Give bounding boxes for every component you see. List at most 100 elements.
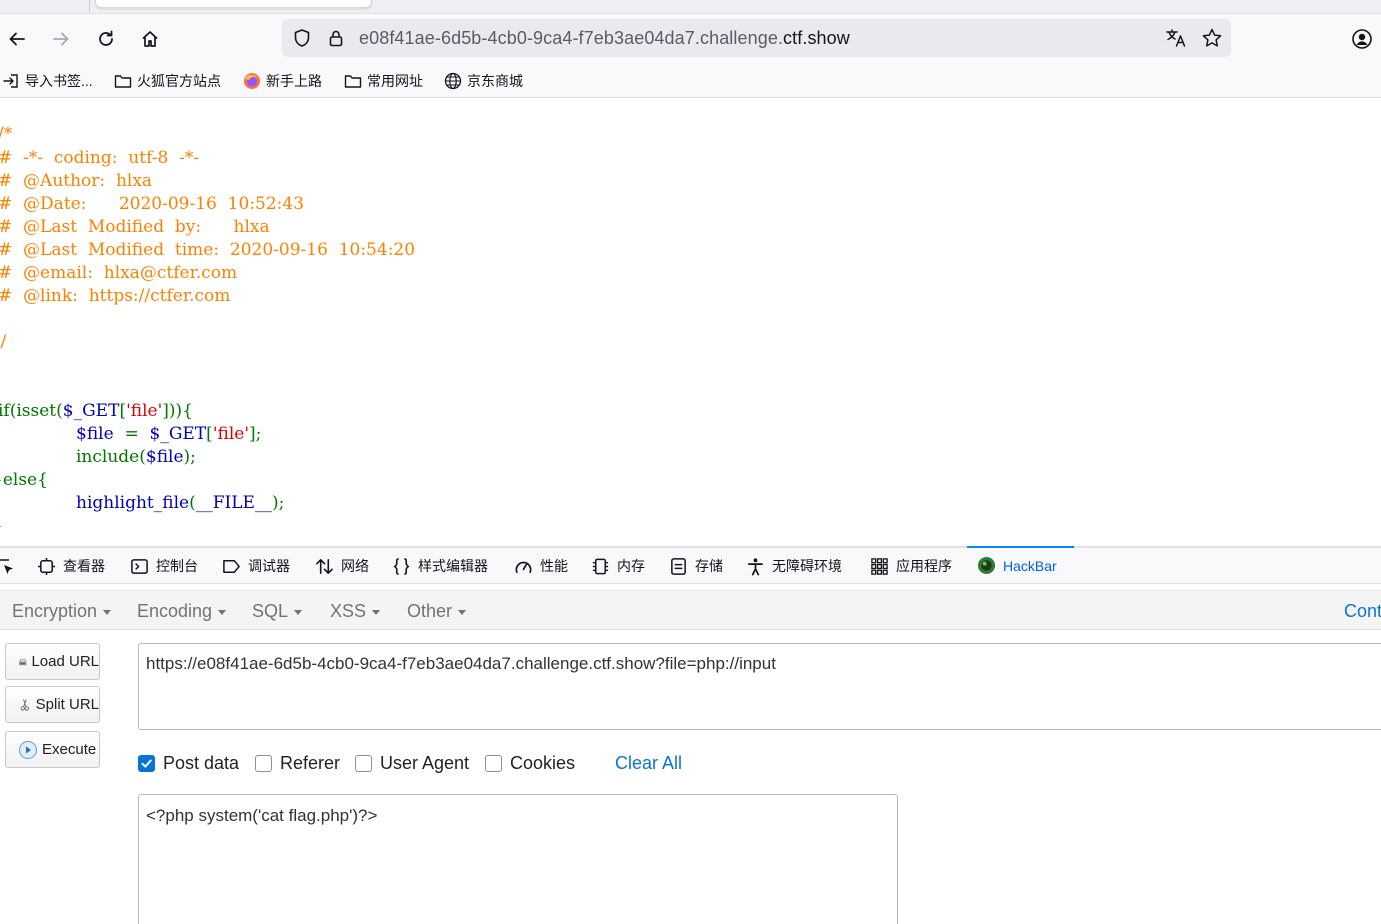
menu-encryption[interactable]: Encryption — [12, 601, 112, 622]
comment-line: # @Last Modified by: hlxa — [0, 217, 270, 237]
code-line-else: }else{ — [0, 469, 48, 492]
forward-arrow-icon — [53, 32, 69, 46]
bookmark-getting-started[interactable]: 新手上路 — [243, 71, 322, 91]
post-data-textarea[interactable]: <?php system('cat flag.php')?> — [138, 794, 898, 924]
code-token: $file — [145, 447, 184, 467]
checkbox-label: Post data — [163, 753, 240, 773]
tab-network[interactable]: 网络 — [315, 556, 369, 576]
menu-sql[interactable]: SQL — [252, 601, 303, 622]
tab-debugger[interactable]: 调试器 — [222, 556, 290, 576]
code-token: $_GET — [149, 424, 207, 444]
load-url-button[interactable]: Load URL — [5, 643, 100, 680]
tab-application[interactable]: 应用程序 — [870, 556, 952, 576]
comment-line: # @link: https://ctfer.com — [0, 286, 231, 306]
menu-label: SQL — [252, 601, 289, 621]
url-textarea[interactable]: https://e08f41ae-6d5b-4cb0-9ca4-f7eb3ae0… — [138, 643, 1381, 730]
menu-xss[interactable]: XSS — [330, 601, 381, 622]
chevron-down-icon — [294, 610, 303, 615]
bookmark-label: 导入书签... — [25, 73, 93, 89]
execute-button[interactable]: Execute — [5, 731, 100, 768]
tab-console[interactable]: 控制台 — [130, 556, 198, 576]
bookmark-label: 新手上路 — [266, 73, 322, 89]
code-token: ); — [271, 493, 285, 513]
accessibility-icon — [747, 557, 764, 575]
console-icon — [131, 558, 148, 574]
comment-line: /* — [0, 124, 13, 144]
lock-icon[interactable] — [326, 28, 346, 48]
scissors-icon — [20, 698, 30, 711]
code-token: __FILE__ — [195, 493, 272, 513]
clear-all-link[interactable]: Clear All — [615, 753, 682, 774]
post-data-value: <?php system('cat flag.php')?> — [146, 806, 378, 825]
performance-icon — [515, 561, 532, 573]
home-button[interactable] — [135, 24, 165, 54]
menu-other[interactable]: Other — [407, 601, 467, 622]
tab-inspector[interactable]: 查看器 — [37, 556, 105, 576]
comment-line: # @email: hlxa@ctfer.com — [0, 263, 238, 283]
post-data-checkbox[interactable]: Post data — [138, 753, 239, 774]
comment-line: # @Date: 2020-09-16 10:52:43 — [0, 194, 305, 214]
tab-label: 性能 — [540, 558, 568, 574]
home-icon — [142, 31, 158, 47]
highlighted-source: /* # -*- coding: utf-8 -*- # @Author: hl… — [0, 99, 1381, 546]
bookmark-firefox-site[interactable]: 火狐官方站点 — [114, 71, 221, 91]
code-line-highlight: highlight_file(__FILE__); — [76, 492, 284, 515]
shield-icon[interactable] — [292, 28, 312, 48]
application-icon — [871, 557, 888, 575]
bookmark-import[interactable]: 导入书签... — [2, 71, 93, 91]
reload-button[interactable] — [91, 24, 121, 54]
checkbox-unchecked-icon — [255, 755, 272, 772]
tab-style-editor[interactable]: 样式编辑器 — [392, 556, 488, 576]
address-bar[interactable]: e08f41ae-6d5b-4cb0-9ca4-f7eb3ae04da7.cha… — [282, 19, 1231, 57]
address-text[interactable]: e08f41ae-6d5b-4cb0-9ca4-f7eb3ae04da7.cha… — [359, 28, 850, 49]
bookmarks-toolbar: 导入书签... 火狐官方站点 新手上路 常用网址 京东商城 — [0, 64, 1381, 98]
code-line-if: if(isset($_GET['file'])){ — [0, 400, 193, 423]
tab-label: 查看器 — [63, 558, 105, 574]
tab-accessibility[interactable]: 无障碍环境 — [746, 556, 842, 576]
storage-icon — [671, 557, 686, 575]
back-button[interactable] — [2, 24, 32, 54]
tab-hackbar[interactable]: HackBar — [977, 556, 1057, 575]
tab-performance[interactable]: 性能 — [514, 556, 568, 576]
code-token: highlight_file — [76, 493, 190, 513]
tab-storage[interactable]: 存储 — [669, 556, 723, 576]
menu-encoding[interactable]: Encoding — [137, 601, 227, 622]
chevron-down-icon — [372, 610, 381, 615]
tab-label: 内存 — [617, 558, 645, 574]
checkbox-checked-icon — [138, 755, 155, 772]
inspector-icon — [37, 557, 56, 575]
checkbox-label: User Agent — [380, 753, 470, 773]
account-icon — [1352, 29, 1372, 49]
comment-line: # @Last Modified time: 2020-09-16 10:54:… — [0, 240, 416, 260]
forward-button[interactable] — [46, 24, 76, 54]
tab-label: 网络 — [341, 558, 369, 574]
referer-checkbox[interactable]: Referer — [255, 753, 340, 774]
memory-icon — [592, 558, 609, 574]
bookmark-star-icon[interactable] — [1201, 27, 1223, 49]
folder-icon — [344, 75, 362, 88]
code-line-include: include($file); — [76, 446, 196, 469]
checkbox-unchecked-icon — [485, 755, 502, 772]
bookmark-jd[interactable]: 京东商城 — [444, 71, 523, 91]
code-token: 'file' — [126, 401, 163, 421]
execute-label: Execute — [42, 741, 97, 758]
code-token: if(isset( — [0, 401, 63, 421]
user-agent-checkbox[interactable]: User Agent — [355, 753, 469, 774]
load-icon — [18, 658, 27, 665]
cookies-checkbox[interactable]: Cookies — [485, 753, 575, 774]
translate-icon[interactable] — [1165, 27, 1187, 49]
account-button[interactable] — [1347, 24, 1377, 54]
code-token: ( — [189, 493, 196, 513]
active-tab[interactable] — [95, 0, 372, 8]
menu-contribute[interactable]: Cont — [1344, 601, 1381, 622]
chevron-down-icon — [458, 610, 467, 615]
tab-memory[interactable]: 内存 — [591, 556, 645, 576]
tab-label: 控制台 — [156, 558, 198, 574]
bookmark-common-sites[interactable]: 常用网址 — [344, 71, 423, 91]
bookmark-label: 京东商城 — [467, 73, 523, 89]
split-url-button[interactable]: Split URL — [5, 686, 100, 723]
folder-icon — [114, 75, 132, 88]
element-picker-icon[interactable] — [0, 557, 16, 577]
code-token: } — [0, 516, 3, 536]
tab-label: 无障碍环境 — [772, 558, 842, 574]
